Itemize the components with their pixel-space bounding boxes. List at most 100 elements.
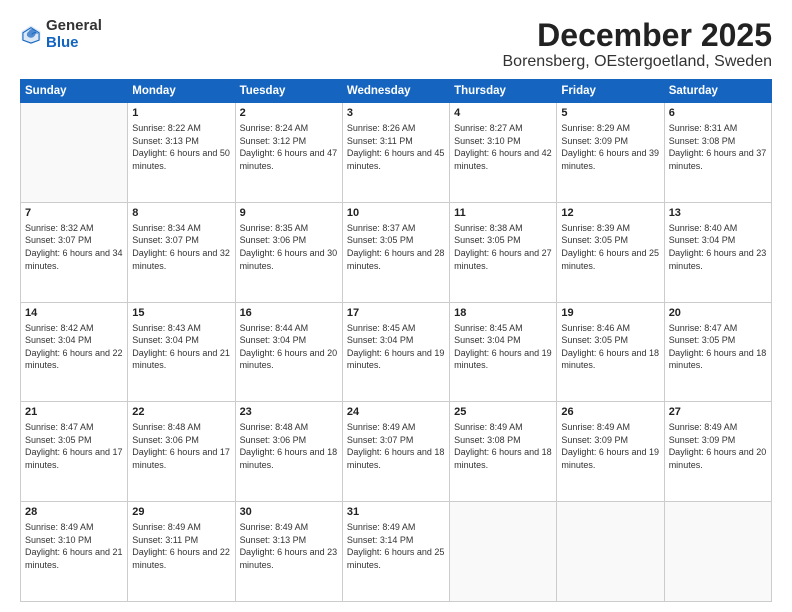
weekday-header-row: SundayMondayTuesdayWednesdayThursdayFrid… [21,80,772,103]
day-cell: 10Sunrise: 8:37 AM Sunset: 3:05 PM Dayli… [342,202,449,302]
day-number: 13 [669,206,767,221]
day-info: Sunrise: 8:45 AM Sunset: 3:04 PM Dayligh… [454,322,552,372]
day-info: Sunrise: 8:48 AM Sunset: 3:06 PM Dayligh… [240,421,338,471]
day-number: 28 [25,505,123,520]
header: General Blue December 2025 Borensberg, O… [20,18,772,71]
day-info: Sunrise: 8:49 AM Sunset: 3:13 PM Dayligh… [240,521,338,571]
day-cell: 8Sunrise: 8:34 AM Sunset: 3:07 PM Daylig… [128,202,235,302]
day-info: Sunrise: 8:32 AM Sunset: 3:07 PM Dayligh… [25,222,123,272]
day-cell: 23Sunrise: 8:48 AM Sunset: 3:06 PM Dayli… [235,402,342,502]
day-number: 17 [347,306,445,321]
day-cell: 24Sunrise: 8:49 AM Sunset: 3:07 PM Dayli… [342,402,449,502]
day-cell: 30Sunrise: 8:49 AM Sunset: 3:13 PM Dayli… [235,502,342,602]
week-row-5: 28Sunrise: 8:49 AM Sunset: 3:10 PM Dayli… [21,502,772,602]
day-info: Sunrise: 8:38 AM Sunset: 3:05 PM Dayligh… [454,222,552,272]
day-info: Sunrise: 8:49 AM Sunset: 3:10 PM Dayligh… [25,521,123,571]
day-number: 4 [454,106,552,121]
day-number: 29 [132,505,230,520]
day-number: 1 [132,106,230,121]
day-number: 14 [25,306,123,321]
logo-blue-text: Blue [46,34,79,51]
day-info: Sunrise: 8:34 AM Sunset: 3:07 PM Dayligh… [132,222,230,272]
day-cell: 5Sunrise: 8:29 AM Sunset: 3:09 PM Daylig… [557,103,664,203]
month-title: December 2025 [503,18,773,53]
week-row-4: 21Sunrise: 8:47 AM Sunset: 3:05 PM Dayli… [21,402,772,502]
day-info: Sunrise: 8:27 AM Sunset: 3:10 PM Dayligh… [454,122,552,172]
day-info: Sunrise: 8:39 AM Sunset: 3:05 PM Dayligh… [561,222,659,272]
day-number: 18 [454,306,552,321]
day-number: 27 [669,405,767,420]
day-info: Sunrise: 8:48 AM Sunset: 3:06 PM Dayligh… [132,421,230,471]
day-number: 21 [25,405,123,420]
day-info: Sunrise: 8:44 AM Sunset: 3:04 PM Dayligh… [240,322,338,372]
day-cell: 16Sunrise: 8:44 AM Sunset: 3:04 PM Dayli… [235,302,342,402]
day-info: Sunrise: 8:43 AM Sunset: 3:04 PM Dayligh… [132,322,230,372]
day-number: 9 [240,206,338,221]
day-number: 19 [561,306,659,321]
day-info: Sunrise: 8:29 AM Sunset: 3:09 PM Dayligh… [561,122,659,172]
day-number: 24 [347,405,445,420]
day-number: 20 [669,306,767,321]
day-cell: 28Sunrise: 8:49 AM Sunset: 3:10 PM Dayli… [21,502,128,602]
day-cell [557,502,664,602]
day-number: 23 [240,405,338,420]
day-cell: 1Sunrise: 8:22 AM Sunset: 3:13 PM Daylig… [128,103,235,203]
day-info: Sunrise: 8:26 AM Sunset: 3:11 PM Dayligh… [347,122,445,172]
logo: General Blue [20,18,102,51]
day-number: 3 [347,106,445,121]
day-number: 11 [454,206,552,221]
day-info: Sunrise: 8:47 AM Sunset: 3:05 PM Dayligh… [25,421,123,471]
day-info: Sunrise: 8:22 AM Sunset: 3:13 PM Dayligh… [132,122,230,172]
day-cell: 31Sunrise: 8:49 AM Sunset: 3:14 PM Dayli… [342,502,449,602]
day-number: 6 [669,106,767,121]
day-cell: 22Sunrise: 8:48 AM Sunset: 3:06 PM Dayli… [128,402,235,502]
day-cell: 2Sunrise: 8:24 AM Sunset: 3:12 PM Daylig… [235,103,342,203]
day-cell: 14Sunrise: 8:42 AM Sunset: 3:04 PM Dayli… [21,302,128,402]
day-cell: 18Sunrise: 8:45 AM Sunset: 3:04 PM Dayli… [450,302,557,402]
day-cell [664,502,771,602]
day-cell: 3Sunrise: 8:26 AM Sunset: 3:11 PM Daylig… [342,103,449,203]
day-info: Sunrise: 8:49 AM Sunset: 3:08 PM Dayligh… [454,421,552,471]
day-number: 16 [240,306,338,321]
day-cell: 15Sunrise: 8:43 AM Sunset: 3:04 PM Dayli… [128,302,235,402]
day-cell: 19Sunrise: 8:46 AM Sunset: 3:05 PM Dayli… [557,302,664,402]
day-cell [21,103,128,203]
day-number: 7 [25,206,123,221]
day-number: 25 [454,405,552,420]
day-info: Sunrise: 8:42 AM Sunset: 3:04 PM Dayligh… [25,322,123,372]
day-number: 31 [347,505,445,520]
day-cell: 9Sunrise: 8:35 AM Sunset: 3:06 PM Daylig… [235,202,342,302]
day-number: 10 [347,206,445,221]
logo-text: General Blue [46,18,102,51]
day-cell: 21Sunrise: 8:47 AM Sunset: 3:05 PM Dayli… [21,402,128,502]
day-info: Sunrise: 8:24 AM Sunset: 3:12 PM Dayligh… [240,122,338,172]
day-info: Sunrise: 8:45 AM Sunset: 3:04 PM Dayligh… [347,322,445,372]
day-cell: 20Sunrise: 8:47 AM Sunset: 3:05 PM Dayli… [664,302,771,402]
day-number: 30 [240,505,338,520]
day-number: 8 [132,206,230,221]
day-cell: 26Sunrise: 8:49 AM Sunset: 3:09 PM Dayli… [557,402,664,502]
day-number: 15 [132,306,230,321]
day-number: 12 [561,206,659,221]
day-number: 5 [561,106,659,121]
weekday-header-saturday: Saturday [664,80,771,103]
day-cell: 11Sunrise: 8:38 AM Sunset: 3:05 PM Dayli… [450,202,557,302]
day-cell: 27Sunrise: 8:49 AM Sunset: 3:09 PM Dayli… [664,402,771,502]
logo-icon [20,24,42,46]
day-cell: 4Sunrise: 8:27 AM Sunset: 3:10 PM Daylig… [450,103,557,203]
weekday-header-sunday: Sunday [21,80,128,103]
title-block: December 2025 Borensberg, OEstergoetland… [503,18,773,71]
day-cell: 17Sunrise: 8:45 AM Sunset: 3:04 PM Dayli… [342,302,449,402]
calendar-page: General Blue December 2025 Borensberg, O… [0,0,792,612]
logo-general-text: General [46,17,102,34]
day-info: Sunrise: 8:49 AM Sunset: 3:09 PM Dayligh… [669,421,767,471]
day-cell: 12Sunrise: 8:39 AM Sunset: 3:05 PM Dayli… [557,202,664,302]
weekday-header-friday: Friday [557,80,664,103]
week-row-3: 14Sunrise: 8:42 AM Sunset: 3:04 PM Dayli… [21,302,772,402]
day-cell: 6Sunrise: 8:31 AM Sunset: 3:08 PM Daylig… [664,103,771,203]
day-info: Sunrise: 8:35 AM Sunset: 3:06 PM Dayligh… [240,222,338,272]
day-cell: 13Sunrise: 8:40 AM Sunset: 3:04 PM Dayli… [664,202,771,302]
week-row-2: 7Sunrise: 8:32 AM Sunset: 3:07 PM Daylig… [21,202,772,302]
day-cell: 29Sunrise: 8:49 AM Sunset: 3:11 PM Dayli… [128,502,235,602]
weekday-header-monday: Monday [128,80,235,103]
